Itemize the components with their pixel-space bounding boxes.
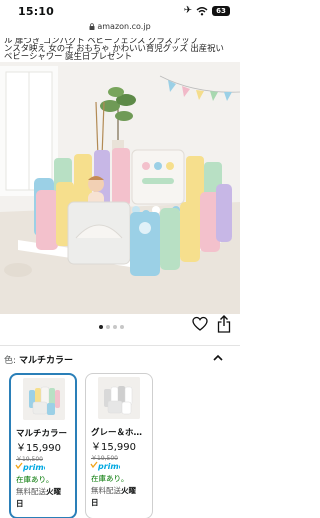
color-selector-header[interactable]: 色: マルチカラー — [4, 353, 73, 366]
color-label: 色: — [4, 356, 17, 366]
color-option-card[interactable]: マルチカラー ￥15,990 ￥19,500 prime 在庫あり。 無料配送火… — [9, 373, 77, 518]
section-divider — [0, 345, 240, 346]
option-price: ￥15,990 — [91, 442, 136, 453]
prime-badge-icon: prime — [15, 462, 45, 472]
status-icons: ✈ 63 — [184, 6, 230, 16]
pager-dot[interactable] — [99, 325, 103, 329]
share-icon[interactable] — [217, 315, 231, 333]
url-text: amazon.co.jp — [97, 22, 151, 31]
option-name: マルチカラー — [16, 429, 68, 439]
selected-color: マルチカラー — [19, 356, 74, 366]
pager-dots — [99, 325, 124, 329]
heart-icon[interactable] — [192, 316, 208, 332]
option-thumbnail — [98, 377, 140, 419]
product-title: ル 扉つき コンパクト ベビーフェンス クラスアップ ンスタ映え 女の子 おもち… — [4, 38, 236, 62]
pager-dot[interactable] — [106, 325, 110, 329]
airplane-icon: ✈ — [183, 5, 192, 16]
option-stock: 在庫あり。 — [91, 474, 129, 483]
playpen-illustration — [0, 62, 240, 314]
url-bar[interactable]: amazon.co.jp — [0, 22, 240, 36]
status-time: 15:10 — [18, 5, 55, 18]
wifi-icon — [196, 7, 208, 16]
option-thumbnail — [23, 378, 65, 420]
svg-text:prime: prime — [97, 462, 120, 471]
chevron-up-icon[interactable] — [212, 353, 224, 363]
option-price: ￥15,990 — [16, 443, 61, 454]
product-image[interactable] — [0, 62, 240, 314]
prime-badge-icon: prime — [90, 461, 120, 471]
status-bar: 15:10 ✈ 63 — [0, 0, 240, 22]
option-shipping: 無料配送火曜 — [91, 486, 136, 495]
option-shipping-day: 日 — [91, 498, 99, 507]
option-shipping-day: 日 — [16, 499, 24, 508]
option-name: グレー＆ホ… — [91, 428, 143, 438]
battery-icon: 63 — [212, 6, 230, 16]
color-option-card[interactable]: グレー＆ホ… ￥15,990 ￥19,500 prime 在庫あり。 無料配送火… — [85, 373, 153, 518]
pager-dot[interactable] — [113, 325, 117, 329]
pager-dot[interactable] — [120, 325, 124, 329]
option-shipping: 無料配送火曜 — [16, 487, 61, 496]
option-stock: 在庫あり。 — [16, 475, 54, 484]
svg-text:prime: prime — [22, 463, 45, 472]
lock-icon — [89, 23, 95, 30]
